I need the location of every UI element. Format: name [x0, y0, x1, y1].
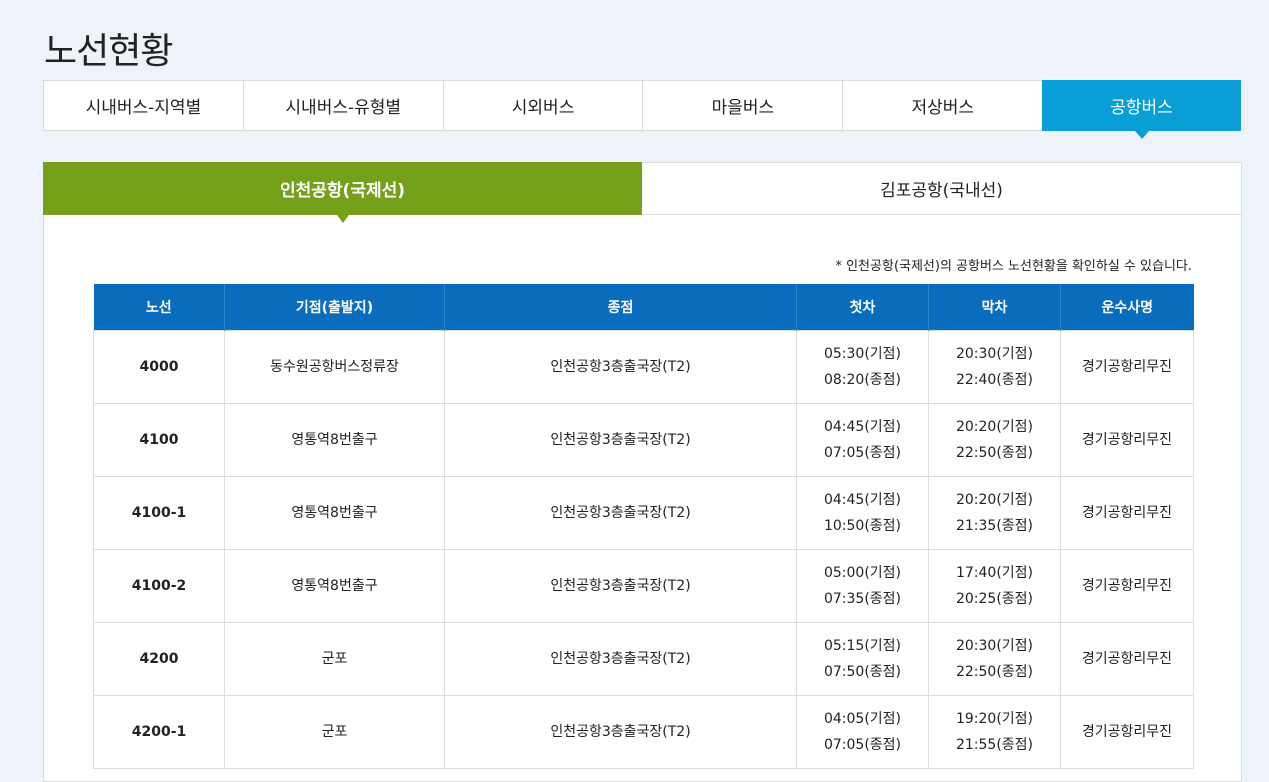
route-number: 4200-1 [93, 695, 225, 769]
start-stop: 군포 [224, 695, 445, 769]
first-bus-time: 07:05(종점) [823, 445, 902, 461]
main-tab-bar: 시내버스-지역별 시내버스-유형별 시외버스 마을버스 저상버스 공항버스 [43, 80, 1241, 139]
last-bus-time: 17:40(기점) [955, 565, 1034, 581]
last-bus-time: 22:50(종점) [955, 664, 1034, 680]
header-end: 종점 [444, 284, 797, 331]
notice-text: * 인천공항(국제선)의 공항버스 노선현황을 확인하실 수 있습니다. [835, 259, 1192, 274]
tab-city-bus-region[interactable]: 시내버스-지역별 [44, 81, 244, 130]
start-stop: 영통역8번출구 [224, 476, 445, 550]
route-number: 4100 [93, 403, 225, 477]
tab-intercity-bus[interactable]: 시외버스 [444, 81, 644, 130]
end-stop: 인천공항3층출국장(T2) [444, 695, 797, 769]
header-route: 노선 [93, 284, 225, 331]
first-bus-time: 10:50(종점) [823, 518, 902, 534]
end-stop: 인천공항3층출국장(T2) [444, 549, 797, 623]
company-name: 경기공항리무진 [1060, 622, 1194, 696]
company-name: 경기공항리무진 [1060, 403, 1194, 477]
start-stop: 영통역8번출구 [224, 403, 445, 477]
first-bus-time: 04:05(기점) [823, 711, 902, 727]
last-bus-time: 22:50(종점) [955, 445, 1034, 461]
first-bus-time: 05:30(기점) [823, 346, 902, 362]
company-name: 경기공항리무진 [1060, 549, 1194, 623]
last-bus: 19:20(기점) 21:55(종점) [928, 695, 1061, 769]
first-bus: 04:05(기점) 07:05(종점) [796, 695, 929, 769]
route-number: 4000 [93, 330, 225, 404]
airport-sub-tabs: 인천공항(국제선) 김포공항(국내선) [43, 162, 1241, 223]
first-bus-time: 05:00(기점) [823, 565, 902, 581]
route-number: 4100-1 [93, 476, 225, 550]
end-stop: 인천공항3층출국장(T2) [444, 403, 797, 477]
last-bus: 17:40(기점) 20:25(종점) [928, 549, 1061, 623]
tab-city-bus-type[interactable]: 시내버스-유형별 [244, 81, 444, 130]
first-bus: 04:45(기점) 10:50(종점) [796, 476, 929, 550]
last-bus-time: 21:55(종점) [955, 737, 1034, 753]
last-bus-time: 22:40(종점) [955, 372, 1034, 388]
end-stop: 인천공항3층출국장(T2) [444, 622, 797, 696]
first-bus-time: 04:45(기점) [823, 419, 902, 435]
table-row: 4200-1 군포 인천공항3층출국장(T2) 04:05(기점) 07:05(종점) 1… [93, 695, 1194, 769]
table-row: 4200 군포 인천공항3층출국장(T2) 05:15(기점) 07:50(종점) 20:… [93, 622, 1194, 696]
table-row: 4100 영통역8번출구 인천공항3층출국장(T2) 04:45(기점) 07:05(종… [93, 403, 1194, 477]
start-stop: 군포 [224, 622, 445, 696]
first-bus-time: 07:35(종점) [823, 591, 902, 607]
table-row: 4000 동수원공항버스정류장 인천공항3층출국장(T2) 05:30(기점) 08:2… [93, 330, 1194, 404]
table-row: 4100-1 영통역8번출구 인천공항3층출국장(T2) 04:45(기점) 10:50… [93, 476, 1194, 550]
company-name: 경기공항리무진 [1060, 695, 1194, 769]
last-bus-time: 20:25(종점) [955, 591, 1034, 607]
route-number: 4200 [93, 622, 225, 696]
tab-incheon-airport[interactable]: 인천공항(국제선) [43, 162, 642, 223]
last-bus-time: 20:30(기점) [955, 346, 1034, 362]
first-bus-time: 05:15(기점) [823, 638, 902, 654]
start-stop: 영통역8번출구 [224, 549, 445, 623]
first-bus: 05:30(기점) 08:20(종점) [796, 330, 929, 404]
first-bus-time: 07:05(종점) [823, 737, 902, 753]
first-bus: 05:00(기점) 07:35(종점) [796, 549, 929, 623]
last-bus-time: 20:30(기점) [955, 638, 1034, 654]
header-company: 운수사명 [1060, 284, 1194, 331]
first-bus-time: 07:50(종점) [823, 664, 902, 680]
tab-village-bus[interactable]: 마을버스 [643, 81, 844, 130]
last-bus-time: 20:20(기점) [955, 419, 1034, 435]
table-row: 4100-2 영통역8번출구 인천공항3층출국장(T2) 05:00(기점) 07:35… [93, 549, 1194, 623]
last-bus-time: 20:20(기점) [955, 492, 1034, 508]
company-name: 경기공항리무진 [1060, 476, 1194, 550]
table-header-row: 노선 기점(출발지) 종점 첫차 막차 운수사명 [93, 284, 1194, 331]
first-bus-time: 08:20(종점) [823, 372, 902, 388]
last-bus: 20:20(기점) 22:50(종점) [928, 403, 1061, 477]
last-bus: 20:30(기점) 22:40(종점) [928, 330, 1061, 404]
tab-low-floor-bus[interactable]: 저상버스 [843, 81, 1044, 130]
header-last-bus: 막차 [928, 284, 1061, 331]
tab-gimpo-airport[interactable]: 김포공항(국내선) [642, 163, 1241, 214]
last-bus: 20:20(기점) 21:35(종점) [928, 476, 1061, 550]
end-stop: 인천공항3층출국장(T2) [444, 330, 797, 404]
header-first-bus: 첫차 [796, 284, 929, 331]
last-bus-time: 21:35(종점) [955, 518, 1034, 534]
header-start: 기점(출발지) [224, 284, 445, 331]
route-panel: 인천공항(국제선) 김포공항(국내선) * 인천공항(국제선)의 공항버스 노선… [43, 162, 1242, 782]
company-name: 경기공항리무진 [1060, 330, 1194, 404]
first-bus: 05:15(기점) 07:50(종점) [796, 622, 929, 696]
tab-airport-bus[interactable]: 공항버스 [1042, 80, 1241, 139]
end-stop: 인천공항3층출국장(T2) [444, 476, 797, 550]
page-title: 노선현황 [44, 31, 173, 73]
start-stop: 동수원공항버스정류장 [224, 330, 445, 404]
last-bus-time: 19:20(기점) [955, 711, 1034, 727]
last-bus: 20:30(기점) 22:50(종점) [928, 622, 1061, 696]
first-bus-time: 04:45(기점) [823, 492, 902, 508]
first-bus: 04:45(기점) 07:05(종점) [796, 403, 929, 477]
route-number: 4100-2 [93, 549, 225, 623]
route-table: 노선 기점(출발지) 종점 첫차 막차 운수사명 4000 동수원공항버스정류장 인… [93, 284, 1194, 769]
